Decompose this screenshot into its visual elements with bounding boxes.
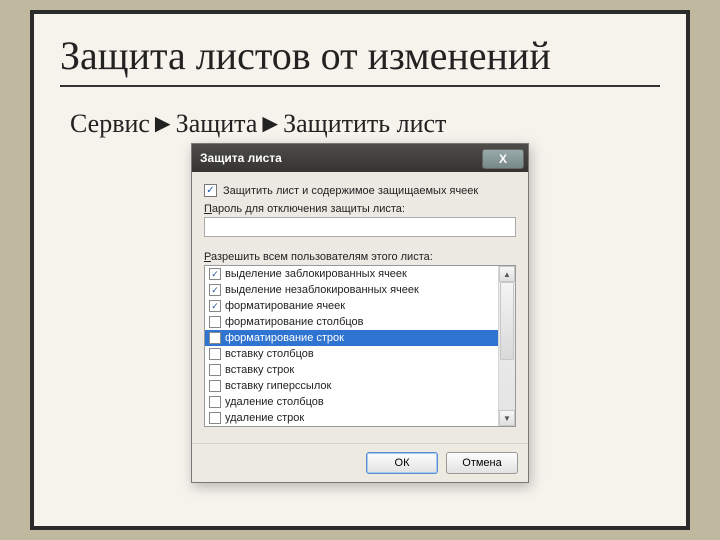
slide-title: Защита листов от изменений bbox=[60, 32, 660, 87]
scroll-track[interactable] bbox=[499, 282, 515, 410]
permission-row[interactable]: удаление столбцов bbox=[205, 394, 498, 410]
permission-row[interactable]: вставку гиперссылок bbox=[205, 378, 498, 394]
permission-label: выделение незаблокированных ячеек bbox=[225, 284, 419, 296]
permission-checkbox[interactable]: ✓ bbox=[209, 300, 221, 312]
permission-checkbox[interactable] bbox=[209, 380, 221, 392]
scrollbar[interactable]: ▲ ▼ bbox=[498, 266, 515, 426]
scroll-down-button[interactable]: ▼ bbox=[499, 410, 515, 426]
close-button[interactable]: X bbox=[482, 149, 524, 169]
protect-sheet-row[interactable]: ✓ Защитить лист и содержимое защищаемых … bbox=[204, 184, 516, 197]
protect-sheet-dialog: Защита листа X ✓ Защитить лист и содержи… bbox=[191, 143, 529, 483]
permissions-list[interactable]: ✓ выделение заблокированных ячеек ✓ выделен… bbox=[204, 265, 516, 427]
scroll-thumb[interactable] bbox=[500, 282, 514, 360]
permission-checkbox[interactable] bbox=[209, 348, 221, 360]
scroll-up-button[interactable]: ▲ bbox=[499, 266, 515, 282]
permission-checkbox[interactable] bbox=[209, 364, 221, 376]
permissions-items: ✓ выделение заблокированных ячеек ✓ выделен… bbox=[205, 266, 498, 426]
permission-row[interactable]: ✓ форматирование ячеек bbox=[205, 298, 498, 314]
permission-row[interactable]: удаление строк bbox=[205, 410, 498, 426]
cancel-button[interactable]: Отмена bbox=[446, 452, 518, 474]
permission-label: форматирование ячеек bbox=[225, 300, 345, 312]
permission-label: удаление столбцов bbox=[225, 396, 324, 408]
menu-path: Сервис►Защита►Защитить лист bbox=[70, 109, 660, 139]
permission-row[interactable]: ✓ выделение незаблокированных ячеек bbox=[205, 282, 498, 298]
permission-checkbox[interactable]: ✓ bbox=[209, 284, 221, 296]
permission-label: форматирование строк bbox=[225, 332, 344, 344]
permission-row[interactable]: вставку столбцов bbox=[205, 346, 498, 362]
permission-label: форматирование столбцов bbox=[225, 316, 364, 328]
permission-row[interactable]: вставку строк bbox=[205, 362, 498, 378]
dialog-titlebar[interactable]: Защита листа X bbox=[192, 144, 528, 172]
permission-row[interactable]: ✓ выделение заблокированных ячеек bbox=[205, 266, 498, 282]
permission-label: выделение заблокированных ячеек bbox=[225, 268, 407, 280]
dialog-button-row: ОК Отмена bbox=[192, 443, 528, 482]
permission-checkbox[interactable] bbox=[209, 396, 221, 408]
permission-label: вставку гиперссылок bbox=[225, 380, 331, 392]
dialog-title: Защита листа bbox=[200, 151, 282, 165]
permission-checkbox[interactable] bbox=[209, 332, 221, 344]
protect-sheet-label: Защитить лист и содержимое защищаемых яч… bbox=[223, 185, 478, 197]
permission-row[interactable]: форматирование строк bbox=[205, 330, 498, 346]
dialog-body: ✓ Защитить лист и содержимое защищаемых … bbox=[192, 172, 528, 443]
protect-sheet-checkbox[interactable]: ✓ bbox=[204, 184, 217, 197]
permission-row[interactable]: форматирование столбцов bbox=[205, 314, 498, 330]
password-input[interactable] bbox=[204, 217, 516, 237]
password-label: Пароль для отключения защиты листа: bbox=[204, 203, 516, 215]
ok-button[interactable]: ОК bbox=[366, 452, 438, 474]
permission-checkbox[interactable] bbox=[209, 316, 221, 328]
permission-label: вставку строк bbox=[225, 364, 294, 376]
close-icon: X bbox=[499, 152, 507, 166]
slide: Защита листов от изменений Сервис►Защита… bbox=[30, 10, 690, 530]
permission-checkbox[interactable]: ✓ bbox=[209, 268, 221, 280]
permission-label: вставку столбцов bbox=[225, 348, 314, 360]
allow-label: Разрешить всем пользователям этого листа… bbox=[204, 251, 516, 263]
permission-checkbox[interactable] bbox=[209, 412, 221, 424]
permission-label: удаление строк bbox=[225, 412, 304, 424]
